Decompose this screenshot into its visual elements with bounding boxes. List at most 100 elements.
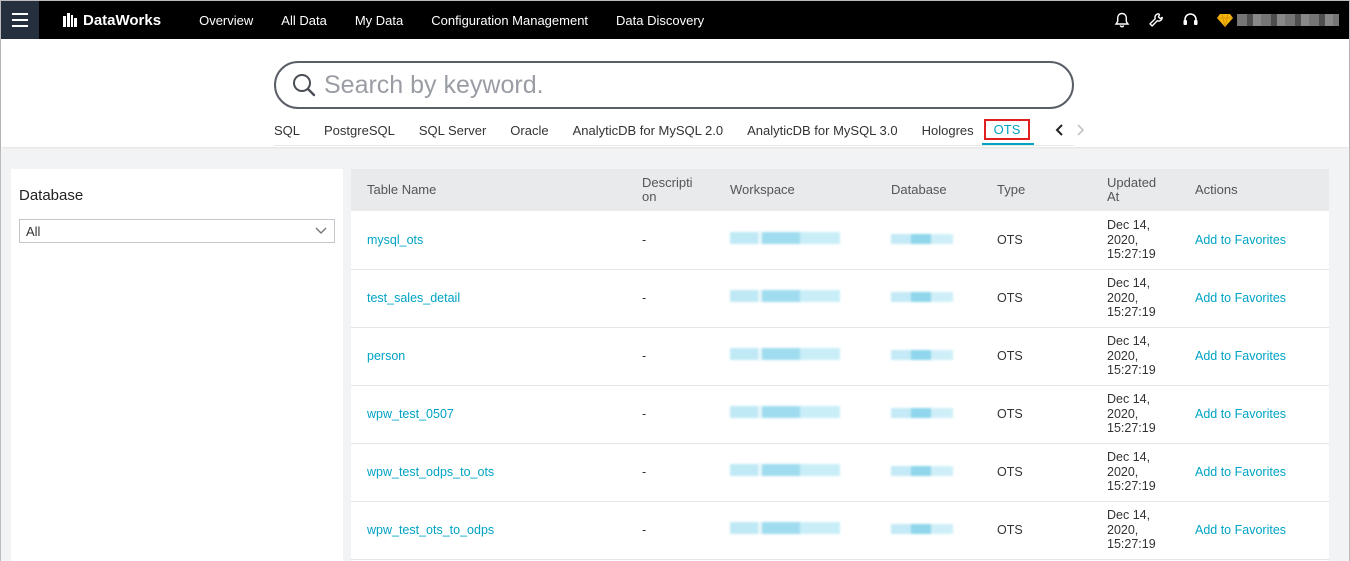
- database-select-value: All: [26, 223, 41, 239]
- tables-table: Table Name Descripti on Workspace Databas…: [351, 169, 1329, 561]
- tab-ots[interactable]: OTS: [981, 119, 1035, 146]
- table-name-link[interactable]: wpw_test_odps_to_ots: [351, 443, 626, 502]
- table-body: mysql_ots - OTS Dec 14, 2020, 15:27:19 Add t…: [351, 211, 1329, 560]
- workspace-cell: [714, 385, 875, 444]
- tab-sql[interactable]: SQL: [274, 123, 300, 138]
- col-description[interactable]: Descripti on: [626, 169, 714, 211]
- tab-oracle[interactable]: Oracle: [510, 123, 548, 138]
- database-filter-title: Database: [19, 187, 84, 204]
- workspace-redacted: [730, 522, 840, 535]
- workspace-cell: [714, 443, 875, 502]
- tab-ots-label: OTS: [983, 119, 1031, 140]
- table-name-link[interactable]: test_sales_detail: [351, 269, 626, 328]
- add-to-favorites-link[interactable]: Add to Favorites: [1179, 501, 1329, 560]
- database-redacted: [891, 233, 953, 244]
- add-to-favorites-link[interactable]: Add to Favorites: [1179, 385, 1329, 444]
- tab-analyticdb-mysql-3[interactable]: AnalyticDB for MySQL 3.0: [747, 123, 898, 138]
- workspace-redacted: [730, 348, 840, 361]
- add-to-favorites-link[interactable]: Add to Favorites: [1179, 211, 1329, 270]
- updated-at-cell: Dec 14, 2020, 15:27:19: [1091, 443, 1179, 502]
- updated-at-text: Dec 14, 2020, 15:27:19: [1107, 218, 1156, 261]
- wrench-icon[interactable]: [1148, 12, 1164, 28]
- col-table-name[interactable]: Table Name: [351, 169, 626, 211]
- col-workspace[interactable]: Workspace: [714, 169, 875, 211]
- table-name-link[interactable]: mysql_ots: [351, 211, 626, 270]
- updated-at-cell: Dec 14, 2020, 15:27:19: [1091, 211, 1179, 270]
- table-name-link[interactable]: wpw_test_0507: [351, 385, 626, 444]
- search-panel: SQL PostgreSQL SQL Server Oracle Analyti…: [1, 39, 1349, 147]
- type-cell: OTS: [981, 443, 1091, 502]
- database-cell: [875, 385, 981, 444]
- nav-all-data[interactable]: All Data: [281, 13, 327, 28]
- database-redacted: [891, 523, 953, 534]
- col-database[interactable]: Database: [875, 169, 981, 211]
- col-updated-at[interactable]: Updated At: [1091, 169, 1179, 211]
- nav-data-discovery[interactable]: Data Discovery: [616, 13, 704, 28]
- type-cell: OTS: [981, 211, 1091, 270]
- tab-analyticdb-mysql-2[interactable]: AnalyticDB for MySQL 2.0: [573, 123, 724, 138]
- user-account[interactable]: [1217, 13, 1339, 27]
- brand-logo[interactable]: DataWorks: [63, 12, 161, 29]
- description-cell: -: [626, 327, 714, 386]
- tabs-divider: [274, 145, 1074, 146]
- chevron-left-icon[interactable]: [1050, 123, 1070, 137]
- top-nav-bar: DataWorks Overview All Data My Data Conf…: [1, 1, 1349, 39]
- database-cell: [875, 327, 981, 386]
- workspace-cell: [714, 327, 875, 386]
- workspace-redacted: [730, 232, 840, 244]
- database-redacted: [891, 291, 953, 302]
- database-cell: [875, 269, 981, 328]
- username-redacted: [1237, 14, 1339, 26]
- table-header-row: Table Name Descripti on Workspace Databas…: [351, 169, 1329, 211]
- table-name-link[interactable]: person: [351, 327, 626, 386]
- nav-my-data[interactable]: My Data: [355, 13, 403, 28]
- workspace-redacted: [730, 464, 840, 477]
- tab-hologres[interactable]: Hologres: [922, 123, 974, 138]
- tab-postgresql[interactable]: PostgreSQL: [324, 123, 395, 138]
- workspace-cell: [714, 501, 875, 560]
- search-box[interactable]: [274, 61, 1074, 109]
- brand-name: DataWorks: [83, 11, 162, 29]
- menu-icon[interactable]: [1, 1, 39, 39]
- bell-icon[interactable]: [1114, 12, 1130, 28]
- add-to-favorites-link[interactable]: Add to Favorites: [1179, 269, 1329, 328]
- type-cell: OTS: [981, 385, 1091, 444]
- chevron-right-icon[interactable]: [1070, 123, 1090, 137]
- add-to-favorites-link[interactable]: Add to Favorites: [1179, 327, 1329, 386]
- workspace-redacted: [730, 290, 840, 303]
- datasource-tabs: SQL PostgreSQL SQL Server Oracle Analyti…: [274, 115, 1090, 146]
- database-cell: [875, 501, 981, 560]
- add-to-favorites-link[interactable]: Add to Favorites: [1179, 443, 1329, 502]
- table-name-link[interactable]: wpw_test_ots_to_odps: [351, 501, 626, 560]
- updated-at-text: Dec 14, 2020, 15:27:19: [1107, 392, 1156, 436]
- workspace-cell: [714, 211, 875, 270]
- table-row: person - OTS Dec 14, 2020, 15:27:19 Add to F…: [351, 327, 1329, 386]
- type-cell: OTS: [981, 269, 1091, 328]
- content-area: Database All Table Name Descripti on Work…: [1, 149, 1349, 561]
- filter-sidebar: Database All: [11, 169, 343, 561]
- nav-configuration-management[interactable]: Configuration Management: [431, 13, 588, 28]
- database-cell: [875, 443, 981, 502]
- top-right-tools: [1114, 1, 1339, 39]
- chevron-down-icon: [315, 227, 327, 234]
- database-cell: [875, 211, 981, 270]
- updated-at-cell: Dec 14, 2020, 15:27:19: [1091, 385, 1179, 444]
- type-cell: OTS: [981, 327, 1091, 386]
- updated-at-text: Dec 14, 2020, 15:27:19: [1107, 508, 1156, 552]
- workspace-cell: [714, 269, 875, 328]
- database-select[interactable]: All: [19, 219, 335, 243]
- updated-at-cell: Dec 14, 2020, 15:27:19: [1091, 327, 1179, 386]
- search-input[interactable]: [324, 70, 1024, 100]
- nav-overview[interactable]: Overview: [199, 13, 253, 28]
- table-row: wpw_test_0507- OTS Dec 14, 2020, 15:27:19 A…: [351, 385, 1329, 444]
- col-type[interactable]: Type: [981, 169, 1091, 211]
- table-row: wpw_test_odps_to_ots - OTS Dec 14, 2020, 15…: [351, 443, 1329, 502]
- diamond-icon: [1217, 13, 1233, 27]
- table-row: wpw_test_ots_to_odps - OTS Dec 14, 2020, 15…: [351, 501, 1329, 560]
- headset-icon[interactable]: [1182, 12, 1199, 28]
- updated-at-text: Dec 14, 2020, 15:27:19: [1107, 450, 1156, 494]
- description-cell: -: [626, 501, 714, 560]
- table-row: mysql_ots - OTS Dec 14, 2020, 15:27:19 Add t…: [351, 211, 1329, 270]
- description-cell: -: [626, 385, 714, 444]
- tab-sql-server[interactable]: SQL Server: [419, 123, 486, 138]
